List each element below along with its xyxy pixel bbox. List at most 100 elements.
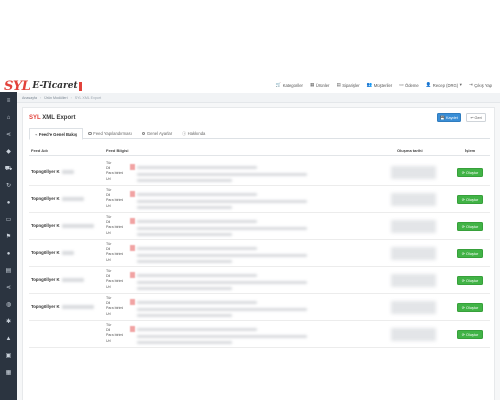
generate-button[interactable]: ⟳ Oluştur [457, 168, 483, 177]
back-button[interactable]: ↩ Geri [466, 113, 486, 122]
table-row: Topngöllyer K Tür Dil Para birimi Url ⟳ Oluştu… [29, 213, 490, 240]
share-icon[interactable]: ⋖ [0, 126, 17, 143]
rss-icon: ⌁ [35, 131, 38, 137]
bell-icon[interactable]: ▲ [0, 330, 17, 347]
generate-button-label: Oluştur [465, 332, 479, 337]
topnav-label: Çıkış Yap [474, 82, 492, 88]
back-button-label: Geri [474, 115, 482, 120]
gear-icon[interactable]: ✱ [0, 313, 17, 330]
share2-icon[interactable]: ⋖ [0, 279, 17, 296]
generate-button[interactable]: ⟳ Oluştur [457, 249, 483, 258]
tab-item[interactable]: ⌁ Feed'e Genel Bakış [29, 128, 84, 140]
generate-button-label: Oluştur [465, 251, 479, 256]
clipboard-icon: ▤ [336, 82, 341, 87]
feed-url-redacted [137, 308, 307, 311]
user-icon[interactable]: ● [0, 245, 17, 262]
back-arrow-icon: ↩ [470, 116, 474, 120]
feed-name-redacted [61, 223, 94, 228]
feed-info-redacted [137, 274, 257, 277]
feed-info-label: Para birimi [106, 333, 124, 338]
topnav-item[interactable]: 👤 Recep (DRG) ▾ [426, 82, 462, 88]
breadcrumb-separator: › [70, 95, 72, 100]
refresh-icon: ⟳ [461, 333, 465, 337]
tab-label: Feed'e Genel Bakış [38, 131, 78, 137]
flag-icon[interactable]: ⚑ [0, 228, 17, 245]
feed-color-swatch [130, 191, 135, 197]
feed-color-swatch [130, 272, 135, 278]
tab-item[interactable]: Genel Ayarlar [137, 128, 177, 139]
feed-color-swatch [130, 326, 135, 332]
topnav-item[interactable]: 👥 Müşteriler [367, 82, 393, 88]
generate-button-label: Oluştur [465, 305, 479, 310]
header-feed-name: Feed Adı [31, 148, 48, 153]
feed-info-label: Url [106, 203, 111, 208]
doc-icon[interactable]: ▤ [0, 262, 17, 279]
topnav-item[interactable]: 🛒 Kategoriler [276, 82, 303, 88]
content-area: SYL XML Export 💾 Kaydet ↩ Geri ⌁ Feed'e G… [17, 103, 500, 400]
feed-name-redacted [61, 250, 74, 255]
lock-icon[interactable]: ▣ [0, 347, 17, 364]
tab-item[interactable]: Feed Yapılandırması [83, 128, 137, 139]
breadcrumb-item[interactable]: Ürün Modülleri [44, 96, 67, 100]
file-icon: ▭ [399, 82, 404, 87]
tab-item[interactable]: ⓘ Hakkında [177, 128, 210, 139]
home-icon[interactable]: ⌂ [0, 109, 17, 126]
topnav-item[interactable]: ▦ Ürünler [310, 82, 330, 88]
page-title: SYL XML Export [29, 115, 75, 121]
feed-name: Topngöllyer K [31, 169, 74, 174]
refresh-icon: ⟳ [461, 225, 465, 229]
save-button[interactable]: 💾 Kaydet [437, 113, 461, 122]
feed-info-label: Url [106, 311, 111, 316]
topnav-item[interactable]: ▭ Ödeme [399, 82, 419, 88]
feed-info-labels: Tür Dil Para birimi Url [106, 161, 123, 181]
cart-icon[interactable]: ⛟ [0, 160, 17, 177]
feed-name-redacted [61, 196, 84, 201]
globe-icon[interactable]: ◍ [0, 296, 17, 313]
calc-icon[interactable]: ▦ [0, 364, 17, 381]
breadcrumb-item[interactable]: Anasayfa [22, 96, 37, 100]
tab-label: Hakkında [187, 131, 206, 136]
date-redacted [391, 328, 436, 341]
date-redacted [391, 247, 436, 260]
feed-name: Topngöllyer K [31, 196, 84, 201]
generate-button[interactable]: ⟳ Oluştur [457, 330, 483, 339]
feed-url-redacted [137, 233, 232, 236]
menu-icon[interactable]: ≡ [0, 92, 17, 109]
feed-info-label: Url [106, 230, 111, 235]
topnav-label: Kategoriler [282, 82, 303, 88]
feed-info-label: Para birimi [106, 225, 124, 230]
feed-url-redacted [137, 254, 307, 257]
date-redacted [391, 166, 436, 179]
topnav-label: Müşteriler [373, 82, 393, 88]
refresh-icon[interactable]: ↻ [0, 177, 17, 194]
topnav-item[interactable]: ▤ Siparişler [336, 82, 359, 88]
topnav-label: Ödeme [404, 82, 419, 88]
box-icon: ▦ [309, 82, 315, 87]
table-row: Topngöllyer K Tür Dil Para birimi Url ⟳ Oluştu… [29, 159, 490, 186]
feed-url-redacted [137, 227, 307, 230]
feed-info-label: Para birimi [106, 252, 124, 257]
feed-url-redacted [137, 206, 232, 209]
feed-info-redacted [137, 301, 257, 304]
topnav-item[interactable]: ⇥ Çıkış Yap [469, 82, 492, 88]
monitor-icon[interactable]: ▭ [0, 211, 17, 228]
refresh-icon: ⟳ [461, 198, 465, 202]
feed-info-redacted [137, 193, 257, 196]
feed-url-redacted [137, 281, 307, 284]
date-redacted [391, 220, 436, 233]
generate-button[interactable]: ⟳ Oluştur [457, 276, 483, 285]
breadcrumb-item: SYL XML Export [74, 95, 102, 100]
users-icon[interactable]: ● [0, 194, 17, 211]
generate-button[interactable]: ⟳ Oluştur [457, 303, 483, 312]
feed-color-swatch [130, 164, 135, 170]
table-row: Topngöllyer K Tür Dil Para birimi Url ⟳ Oluştu… [29, 186, 490, 213]
feed-color-swatch [130, 218, 135, 224]
chevron-down-icon: ▾ [459, 82, 462, 87]
generate-button[interactable]: ⟳ Oluştur [457, 222, 483, 231]
tag-icon[interactable]: ◆ [0, 143, 17, 160]
feed-info-labels: Tür Dil Para birimi Url [106, 188, 123, 208]
feed-name-text: Topngöllyer K [31, 196, 60, 201]
generate-button[interactable]: ⟳ Oluştur [457, 195, 483, 204]
feed-name-redacted [61, 304, 94, 309]
page-title-rest: XML Export [40, 115, 76, 121]
